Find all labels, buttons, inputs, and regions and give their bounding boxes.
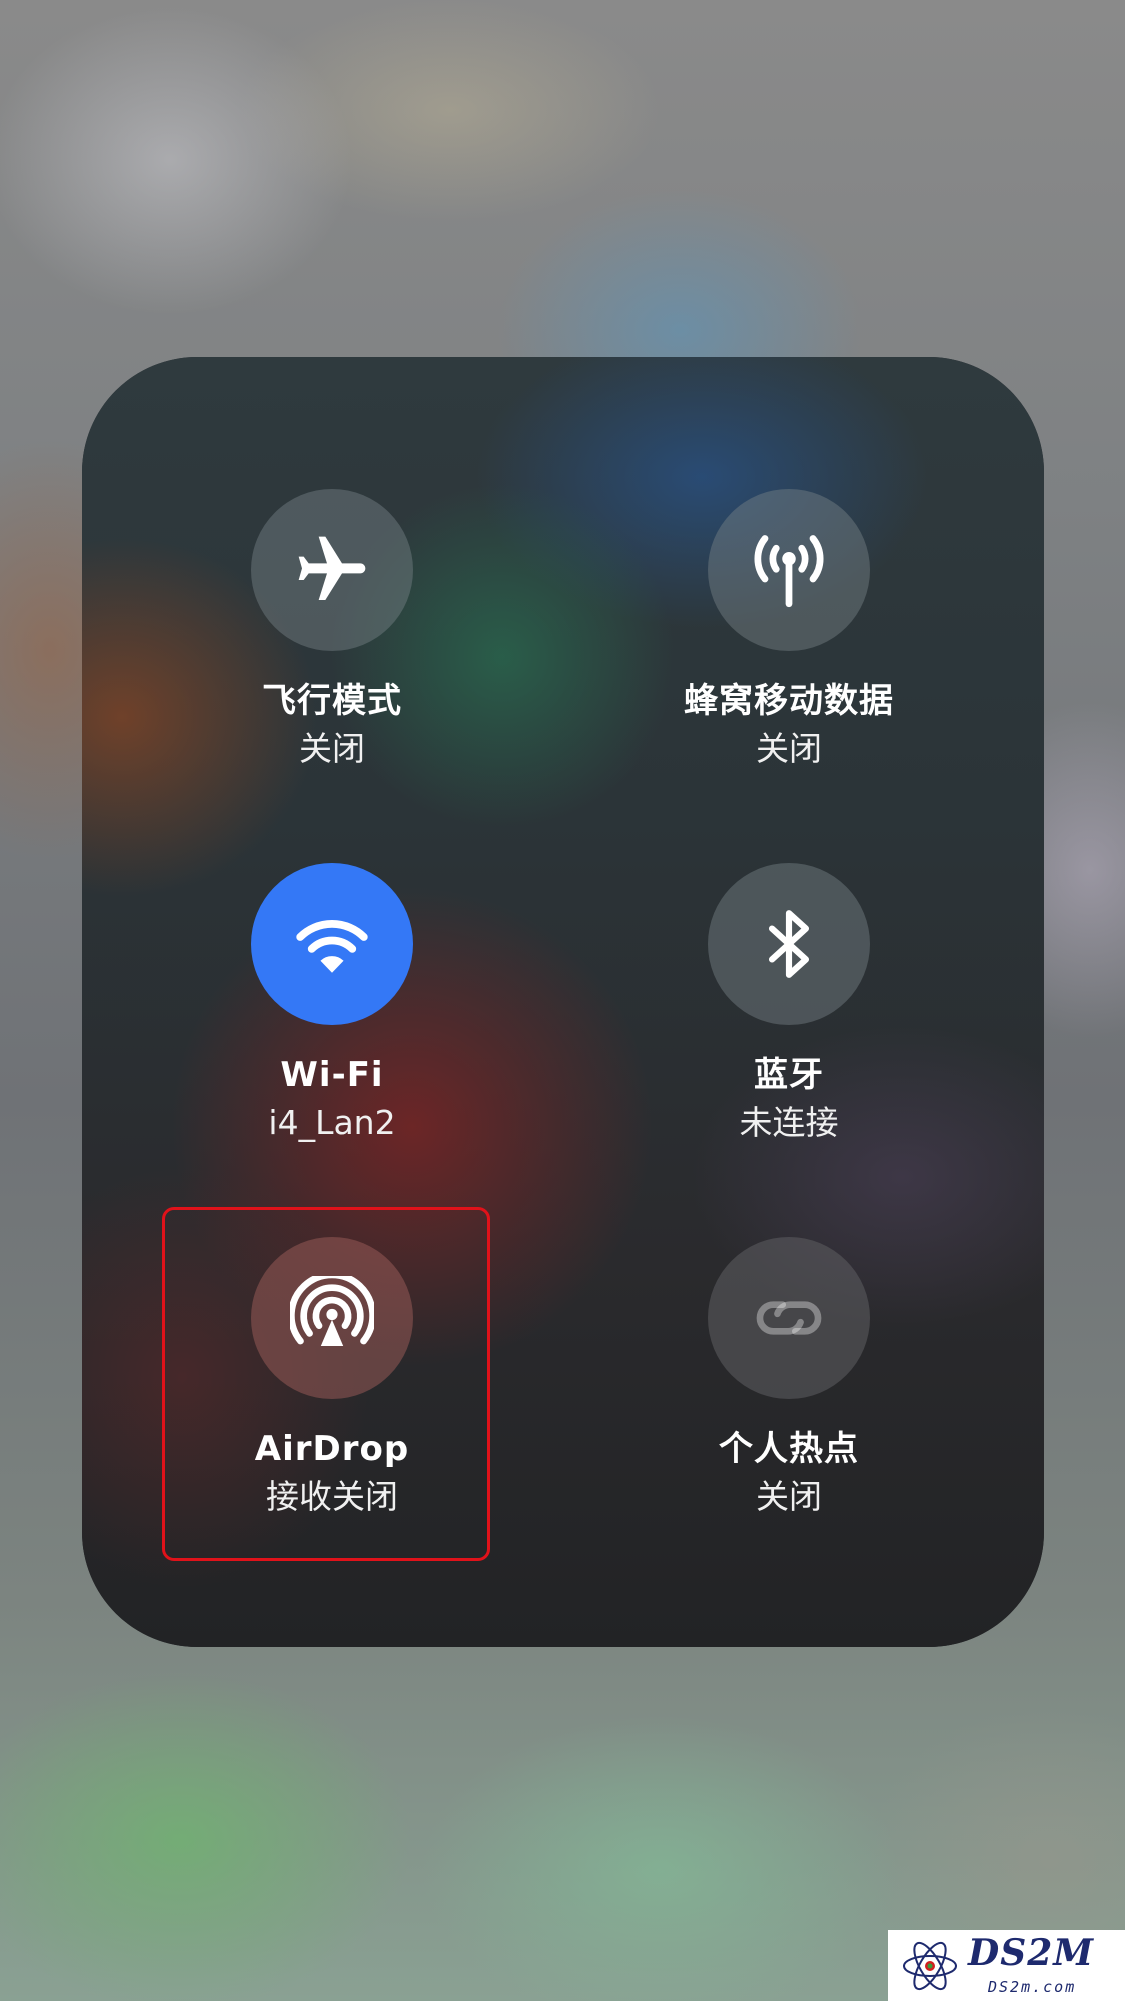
- atom-logo-icon: [903, 1941, 957, 1990]
- wifi-icon: [296, 920, 368, 973]
- personal-hotspot-label: 个人热点: [719, 1429, 859, 1469]
- wifi-network-name: i4_Lan2: [268, 1103, 396, 1142]
- airplane-icon: [298, 536, 366, 600]
- tile-wifi: Wi-Fi i4_Lan2: [132, 863, 532, 1163]
- watermark-brand: DS2M: [968, 1932, 1095, 1974]
- cellular-data-status: 关闭: [756, 729, 822, 768]
- bluetooth-toggle[interactable]: [708, 863, 870, 1025]
- airplane-mode-toggle[interactable]: [251, 489, 413, 651]
- bluetooth-icon: [768, 910, 810, 978]
- watermark: DS2M DS2m.com: [888, 1930, 1125, 2001]
- personal-hotspot-status: 关闭: [756, 1477, 822, 1516]
- watermark-domain: DS2m.com: [988, 1978, 1077, 1996]
- cellular-data-label: 蜂窝移动数据: [684, 681, 894, 721]
- airplane-mode-label: 飞行模式: [262, 681, 402, 721]
- tile-personal-hotspot: 个人热点 关闭: [589, 1237, 989, 1537]
- cellular-data-toggle[interactable]: [708, 489, 870, 651]
- bluetooth-status: 未连接: [739, 1103, 839, 1142]
- tile-cellular-data: 蜂窝移动数据 关闭: [589, 489, 989, 789]
- personal-hotspot-toggle[interactable]: [708, 1237, 870, 1399]
- hotspot-link-icon: [756, 1301, 822, 1335]
- airdrop-highlight-box: [162, 1207, 490, 1561]
- tile-bluetooth: 蓝牙 未连接: [589, 863, 989, 1163]
- wifi-label: Wi-Fi: [280, 1055, 384, 1095]
- wifi-toggle[interactable]: [251, 863, 413, 1025]
- cellular-antenna-icon: [754, 535, 824, 608]
- airplane-mode-status: 关闭: [299, 729, 365, 768]
- bluetooth-label: 蓝牙: [754, 1055, 824, 1095]
- tile-airplane-mode: 飞行模式 关闭: [132, 489, 532, 789]
